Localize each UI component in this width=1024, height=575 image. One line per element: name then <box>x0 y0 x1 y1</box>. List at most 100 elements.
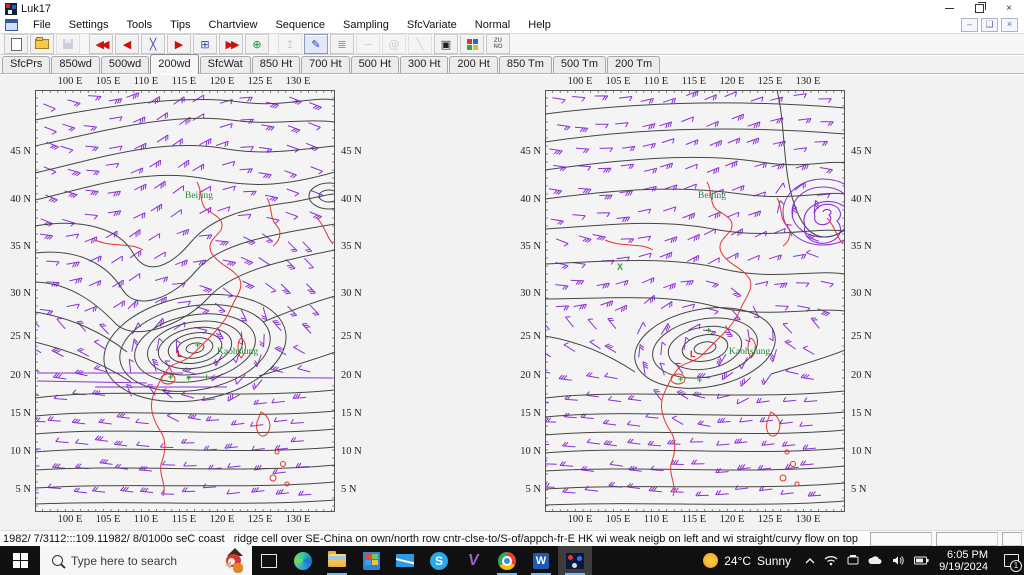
minimize-button[interactable] <box>934 0 964 17</box>
restore-button[interactable] <box>964 0 994 17</box>
lat-label: 40 N <box>851 194 872 205</box>
prev-chart-button[interactable]: ◀ <box>115 34 139 54</box>
task-view-taskbar-button[interactable] <box>252 546 286 575</box>
tab-850wd[interactable]: 850wd <box>51 56 100 73</box>
lon-label: 130 E <box>795 76 821 87</box>
menu-tools[interactable]: Tools <box>117 17 161 33</box>
lon-label: 120 E <box>209 76 235 87</box>
notification-center-button[interactable]: 1 <box>998 546 1024 575</box>
battery-icon[interactable] <box>914 556 929 565</box>
tab-sfcprs[interactable]: SfcPrs <box>2 56 51 73</box>
mail-taskbar-button[interactable] <box>388 546 422 575</box>
start-button[interactable] <box>0 546 40 575</box>
taskbar-clock[interactable]: 6:05 PM 9/19/2024 <box>939 549 988 573</box>
tab-850ht[interactable]: 850 Ht <box>251 56 301 73</box>
weather-map-right-canvas[interactable]: Beijing Kaohsiung X + L + + <box>545 90 845 512</box>
skype-icon: S <box>430 551 448 570</box>
chart-area: Beijing Kaohsiung L + + + + 100 E 100 E 105 E 105… <box>0 75 1024 530</box>
tab-850tm[interactable]: 850 Tm <box>498 56 552 73</box>
close-button[interactable]: × <box>994 0 1024 17</box>
word-taskbar-button[interactable]: W <box>524 546 558 575</box>
search-placeholder: Type here to search <box>71 553 178 568</box>
lon-label: 105 E <box>95 76 121 87</box>
menu-sfcvariate[interactable]: SfcVariate <box>398 17 466 33</box>
lon-label: 105 E <box>605 76 631 87</box>
onedrive-cloud-icon[interactable] <box>868 555 883 566</box>
tab-200ht[interactable]: 200 Ht <box>449 56 498 73</box>
tab-500wd[interactable]: 500wd <box>100 56 150 73</box>
child-minimize-button[interactable]: – <box>961 18 978 32</box>
tab-200wd[interactable]: 200wd <box>150 54 199 74</box>
wifi-icon[interactable] <box>824 555 838 566</box>
menu-sampling[interactable]: Sampling <box>334 17 398 33</box>
open-file-button[interactable] <box>30 34 54 54</box>
input-indicator-icon[interactable] <box>847 555 859 566</box>
new-file-button[interactable] <box>4 34 28 54</box>
visual-studio-taskbar-button[interactable]: V <box>456 546 490 575</box>
taskbar-search-input[interactable]: Type here to search <box>40 546 252 575</box>
lat-label: 20 N <box>341 370 362 381</box>
menu-settings[interactable]: Settings <box>60 17 118 33</box>
color-grid-icon <box>466 38 478 50</box>
mail-icon <box>396 554 414 567</box>
grid-rows-button[interactable]: ≣ <box>330 34 354 54</box>
weather-map-left-canvas[interactable]: Beijing Kaohsiung L + + + + <box>35 90 335 512</box>
lat-label: 15 N <box>520 408 541 419</box>
window-layout-button[interactable]: ▣ <box>434 34 458 54</box>
status-panel <box>936 532 998 546</box>
chrome-taskbar-button[interactable] <box>490 546 524 575</box>
tab-300ht[interactable]: 300 Ht <box>399 56 449 73</box>
double-left-arrow-icon: ◀◀ <box>95 37 110 51</box>
menu-sequence[interactable]: Sequence <box>266 17 334 33</box>
menu-normal[interactable]: Normal <box>466 17 519 33</box>
tab-sfcwat[interactable]: SfcWat <box>199 56 251 73</box>
volume-icon[interactable] <box>892 555 905 566</box>
luk17-taskbar-button[interactable] <box>558 546 592 575</box>
menu-file[interactable]: File <box>24 17 60 33</box>
title-bar: Luk17 × <box>0 0 1024 17</box>
open-folder-icon <box>35 37 49 49</box>
file-explorer-taskbar-button[interactable] <box>320 546 354 575</box>
menu-chartview[interactable]: Chartview <box>200 17 267 33</box>
lat-label: 25 N <box>520 331 541 342</box>
tab-500ht[interactable]: 500 Ht <box>350 56 399 73</box>
lat-label: 45 N <box>851 146 872 157</box>
child-close-button[interactable]: × <box>1001 18 1018 32</box>
menu-tips[interactable]: Tips <box>161 17 199 33</box>
taskbar-weather[interactable]: 24°C Sunny <box>703 553 791 568</box>
lat-label: 5 N <box>851 484 867 495</box>
lat-label: 45 N <box>520 146 541 157</box>
child-restore-button[interactable]: ❏ <box>981 18 998 32</box>
frame-window-button[interactable]: ⊞ <box>193 34 217 54</box>
tab-200tm[interactable]: 200 Tm <box>607 56 661 73</box>
store-taskbar-button[interactable] <box>354 546 388 575</box>
lat-label: 35 N <box>10 241 31 252</box>
tab-500tm[interactable]: 500 Tm <box>552 56 607 73</box>
color-palette-button[interactable] <box>460 34 484 54</box>
tab-700ht[interactable]: 700 Ht <box>301 56 350 73</box>
lat-label: 40 N <box>10 194 31 205</box>
status-panel <box>870 532 932 546</box>
lat-label: 10 N <box>10 446 31 457</box>
wind-pen-button[interactable]: ✎ <box>304 34 328 54</box>
lon-label: 105 E <box>95 514 121 525</box>
edge-taskbar-button[interactable] <box>286 546 320 575</box>
window-title: Luk17 <box>21 2 51 15</box>
menu-help[interactable]: Help <box>519 17 560 33</box>
skype-taskbar-button[interactable]: S <box>422 546 456 575</box>
globe-button[interactable]: ⊕ <box>245 34 269 54</box>
play-sequence-button[interactable]: ▶ <box>167 34 191 54</box>
map-marker: + <box>195 340 200 350</box>
chevron-up-icon[interactable] <box>805 557 815 565</box>
zuno-button[interactable]: ZU NO <box>486 34 510 54</box>
framed-window-icon: ⊞ <box>200 37 210 51</box>
map-marker: L <box>690 349 696 359</box>
windows-logo-icon <box>12 553 28 568</box>
chart-tab-row: SfcPrs 850wd 500wd 200wd SfcWat 850 Ht 700 Ht 5… <box>0 54 1024 74</box>
mdi-child-icon[interactable] <box>5 19 18 31</box>
delete-chart-button[interactable]: ╳ <box>141 34 165 54</box>
edge-icon <box>294 551 312 570</box>
clock-date: 9/19/2024 <box>939 560 988 573</box>
next-chart-button[interactable]: ▶▶ <box>219 34 243 54</box>
first-chart-button[interactable]: ◀◀ <box>89 34 113 54</box>
